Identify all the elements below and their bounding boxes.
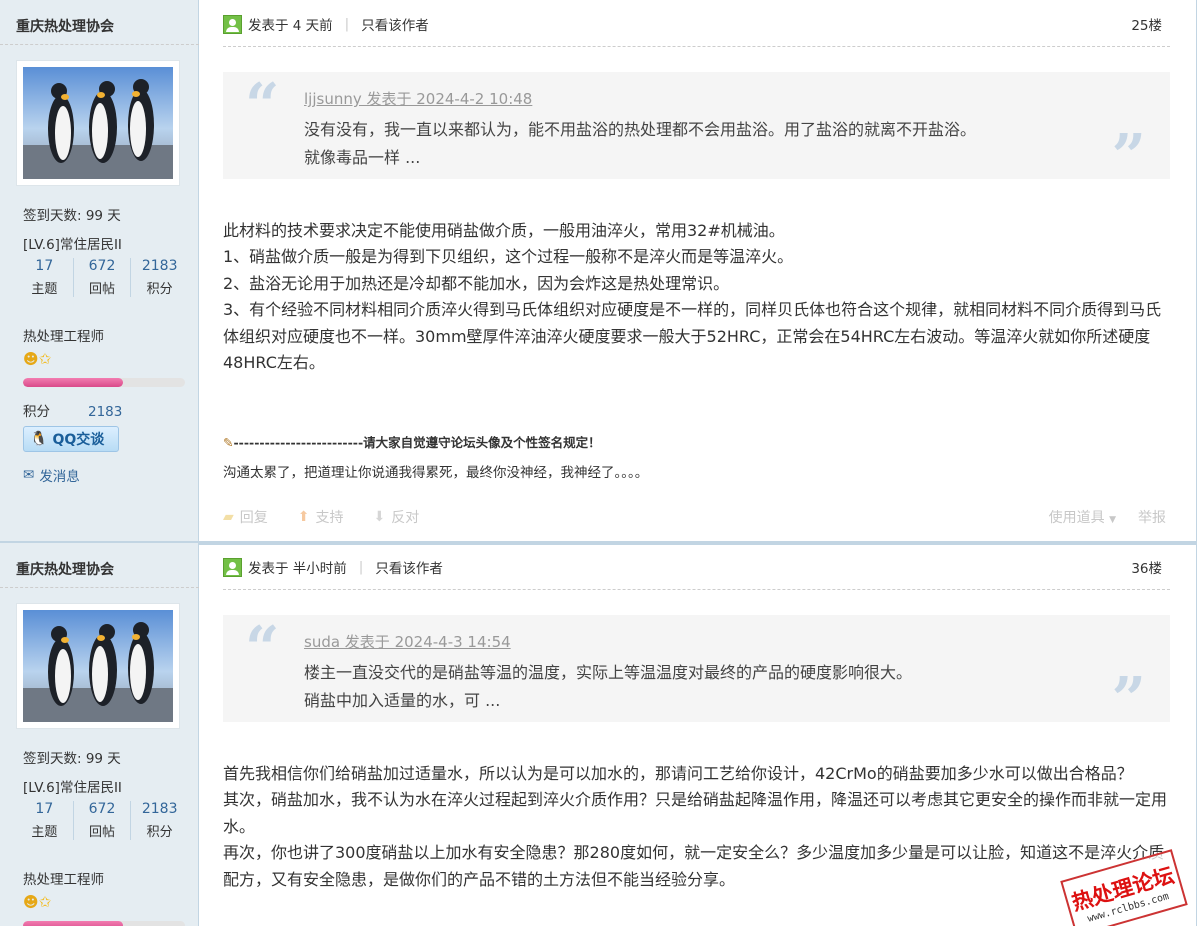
post-body: 发表于 半小时前 | 只看该作者 36楼 “ suda 发表于 2024-4-3… [199, 543, 1196, 926]
quote-block: “ ljjsunny 发表于 2024-4-2 10:48 没有没有，我一直以来… [223, 71, 1170, 187]
quote-text-line: 楼主一直没交代的是硝盐等温的温度，实际上等温温度对最终的产品的硬度影响很大。 [304, 663, 913, 682]
penguin-avatar-image [23, 67, 173, 179]
open-quote-icon: “ [245, 71, 280, 141]
author-name[interactable]: 重庆热处理协会 [16, 559, 114, 579]
online-status-icon [223, 14, 242, 34]
envelope-icon: ✉ [23, 467, 35, 483]
chevron-down-icon: ▼ [1109, 515, 1116, 525]
qq-chat-button[interactable]: 🐧 QQ交谈 [23, 426, 119, 452]
stat-threads[interactable]: 17 主题 [16, 258, 73, 297]
post-36: 重庆热处理协会 签到天数: 99 天 [LV.6]常住居民II 17 主题 67… [0, 543, 1197, 926]
star-icon: ✩ [38, 350, 52, 368]
thumb-down-icon: ⬇ [373, 509, 386, 525]
post-content: 首先我相信你们给硝盐加过适量水，所以认为是可以加水的，那请问工艺给你设计，42C… [223, 761, 1170, 893]
sign-days: 签到天数: 99 天 [23, 751, 121, 767]
only-author-link[interactable]: 只看该作者 [361, 14, 429, 34]
user-stats: 17 主题 672 回帖 2183 积分 [16, 258, 188, 297]
smiley-icon: ☻ [23, 350, 39, 368]
avatar[interactable] [16, 60, 180, 186]
content-paragraph: 其次，硝盐加水，我不认为水在淬火过程起到淬火介质作用？只是给硝盐起降温作用，降温… [223, 790, 1168, 836]
post-body: 发表于 4 天前 | 只看该作者 25楼 “ ljjsunny 发表于 2024… [199, 0, 1196, 541]
close-quote-icon: ” [1111, 122, 1146, 192]
divider [0, 44, 199, 45]
report-link[interactable]: 举报 [1138, 507, 1166, 527]
close-quote-icon: ” [1111, 665, 1146, 735]
divider [223, 589, 1170, 590]
author-sidebar: 重庆热处理协会 签到天数: 99 天 [LV.6]常住居民II 17 主题 67… [0, 0, 199, 541]
post-content: 此材料的技术要求决定不能使用硝盐做介质，一般用油淬火，常用32#机械油。 1、硝… [223, 218, 1170, 376]
content-paragraph: 2、盐浴无论用于加热还是冷却都不能加水，因为会炸这是热处理常识。 [223, 273, 730, 293]
content-paragraph: 首先我相信你们给硝盐加过适量水，所以认为是可以加水的，那请问工艺给你设计，42C… [223, 764, 1133, 783]
user-stats: 17 主题 672 回帖 2183 积分 [16, 801, 188, 840]
avatar[interactable] [16, 603, 180, 729]
smiley-icon: ☻ [23, 893, 39, 911]
oppose-button[interactable]: ⬇ 反对 [374, 507, 420, 527]
user-level[interactable]: [LV.6]常住居民II [23, 233, 122, 253]
user-title: 热处理工程师 [23, 872, 104, 888]
rank-icons: ☻✩ [23, 893, 51, 911]
quote-text-line: 硝盐中加入适量的水，可 ... [304, 691, 501, 710]
content-paragraph: 此材料的技术要求决定不能使用硝盐做介质，一般用油淬火，常用32#机械油。 [223, 221, 785, 240]
rank-icons: ☻✩ [23, 350, 51, 368]
post-actions: ▰ 回复 ⬆ 支持 ⬇ 反对 使用道具 ▼ 举报 [223, 507, 1166, 527]
signature-rule: ✎-------------------------请大家自觉遵守论坛头像及个性… [223, 435, 601, 450]
divider [223, 46, 1170, 47]
open-quote-icon: “ [245, 614, 280, 684]
post-time: 发表于 4 天前 [248, 18, 333, 34]
penguin-avatar-image [23, 610, 173, 722]
post-25: 重庆热处理协会 签到天数: 99 天 [LV.6]常住居民II 17 主题 67… [0, 0, 1197, 541]
stat-threads[interactable]: 17 主题 [16, 801, 73, 840]
quote-author-link[interactable]: suda 发表于 2024-4-3 14:54 [304, 631, 511, 652]
only-author-link[interactable]: 只看该作者 [375, 557, 443, 577]
floor-number[interactable]: 36楼 [1131, 557, 1162, 577]
post-header: 发表于 4 天前 | 只看该作者 [223, 14, 429, 34]
use-tools-dropdown[interactable]: 使用道具 ▼ [1049, 507, 1116, 527]
stat-replies[interactable]: 672 回帖 [72, 258, 131, 297]
reply-button[interactable]: ▰ 回复 [223, 507, 268, 527]
support-button[interactable]: ⬆ 支持 [298, 507, 344, 527]
quote-block: “ suda 发表于 2024-4-3 14:54 楼主一直没交代的是硝盐等温的… [223, 614, 1170, 730]
stat-points[interactable]: 2183 积分 [130, 258, 188, 297]
author-name[interactable]: 重庆热处理协会 [16, 16, 114, 36]
quote-text-line: 没有没有，我一直以来都认为，能不用盐浴的热处理都不会用盐浴。用了盐浴的就离不开盐… [304, 120, 977, 139]
post-header: 发表于 半小时前 | 只看该作者 [223, 557, 443, 577]
sign-days: 签到天数: 99 天 [23, 208, 121, 224]
rank-progress-bar [23, 921, 185, 926]
pencil-icon: ✎ [223, 435, 234, 450]
rank-progress-bar [23, 378, 185, 387]
signature-text: 沟通太累了，把道理让你说通我得累死，最终你没神经，我神经了。。。。 [223, 465, 649, 481]
content-paragraph: 3、有个经验不同材料相同介质淬火得到马氏体组织对应硬度是不一样的，同样贝氏体也符… [223, 300, 1162, 373]
post-time: 发表于 半小时前 [248, 561, 347, 577]
stat-points[interactable]: 2183 积分 [130, 801, 188, 840]
qq-penguin-icon: 🐧 [30, 431, 48, 447]
send-message-link[interactable]: ✉ 发消息 [23, 465, 80, 485]
online-status-icon [223, 557, 242, 577]
star-icon: ✩ [38, 893, 52, 911]
thumb-up-icon: ⬆ [297, 509, 310, 525]
user-level[interactable]: [LV.6]常住居民II [23, 776, 122, 796]
user-title: 热处理工程师 [23, 329, 104, 345]
content-paragraph: 再次，你也讲了300度硝盐以上加水有安全隐患？那280度如何，就一定安全么？多少… [223, 843, 1165, 889]
author-sidebar: 重庆热处理协会 签到天数: 99 天 [LV.6]常住居民II 17 主题 67… [0, 543, 199, 926]
chat-bubble-icon: ▰ [223, 509, 234, 525]
divider [0, 587, 199, 588]
credits: 积分 2183 [23, 404, 123, 420]
quote-author-link[interactable]: ljjsunny 发表于 2024-4-2 10:48 [304, 88, 532, 109]
quote-text-line: 就像毒品一样 ... [304, 148, 421, 167]
content-paragraph: 1、硝盐做介质一般是为得到下贝组织，这个过程一般称不是淬火而是等温淬火。 [223, 247, 794, 267]
floor-number[interactable]: 25楼 [1131, 14, 1162, 34]
stat-replies[interactable]: 672 回帖 [72, 801, 131, 840]
